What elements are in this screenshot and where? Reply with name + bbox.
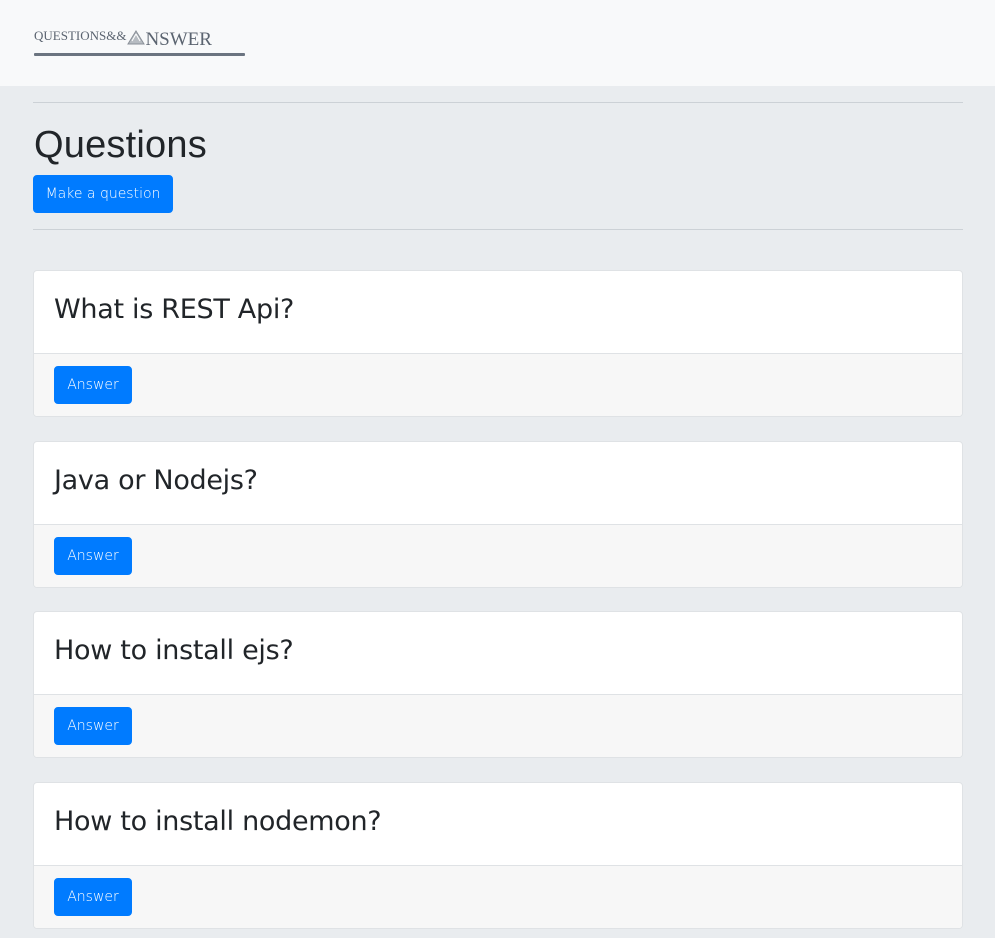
brand-logo[interactable]: QUESTIONS&& NSWER: [34, 26, 245, 58]
question-title: How to install ejs?: [54, 635, 294, 666]
question-card-body: How to install ejs?: [34, 612, 962, 694]
answer-button[interactable]: Answer: [54, 366, 132, 404]
divider-top: [33, 102, 963, 103]
question-card-footer: Answer: [34, 694, 962, 757]
pyramid-icon: [127, 30, 146, 45]
make-question-button[interactable]: Make a question: [33, 175, 173, 213]
page-title: Questions: [34, 124, 207, 166]
brand-logo-text: QUESTIONS&& NSWER: [34, 28, 212, 51]
question-title: What is REST Api?: [54, 294, 295, 325]
answer-button[interactable]: Answer: [54, 537, 132, 575]
question-card: Java or Nodejs? Answer: [33, 441, 963, 588]
question-card: What is REST Api? Answer: [33, 270, 963, 417]
question-title: Java or Nodejs?: [54, 465, 258, 496]
brand-logo-underline: [34, 53, 245, 56]
question-card-footer: Answer: [34, 353, 962, 416]
divider-bottom: [33, 229, 963, 230]
navbar: QUESTIONS&& NSWER: [0, 0, 995, 86]
brand-logo-part2: NSWER: [145, 29, 212, 50]
question-card-footer: Answer: [34, 865, 962, 928]
question-card-body: What is REST Api?: [34, 271, 962, 353]
question-card-body: Java or Nodejs?: [34, 442, 962, 524]
brand-logo-part1: QUESTIONS&&: [34, 28, 127, 43]
answer-button[interactable]: Answer: [54, 878, 132, 916]
question-title: How to install nodemon?: [54, 806, 382, 837]
question-card: How to install nodemon? Answer: [33, 782, 963, 929]
answer-button[interactable]: Answer: [54, 707, 132, 745]
question-card: How to install ejs? Answer: [33, 611, 963, 758]
question-card-body: How to install nodemon?: [34, 783, 962, 865]
question-card-footer: Answer: [34, 524, 962, 587]
